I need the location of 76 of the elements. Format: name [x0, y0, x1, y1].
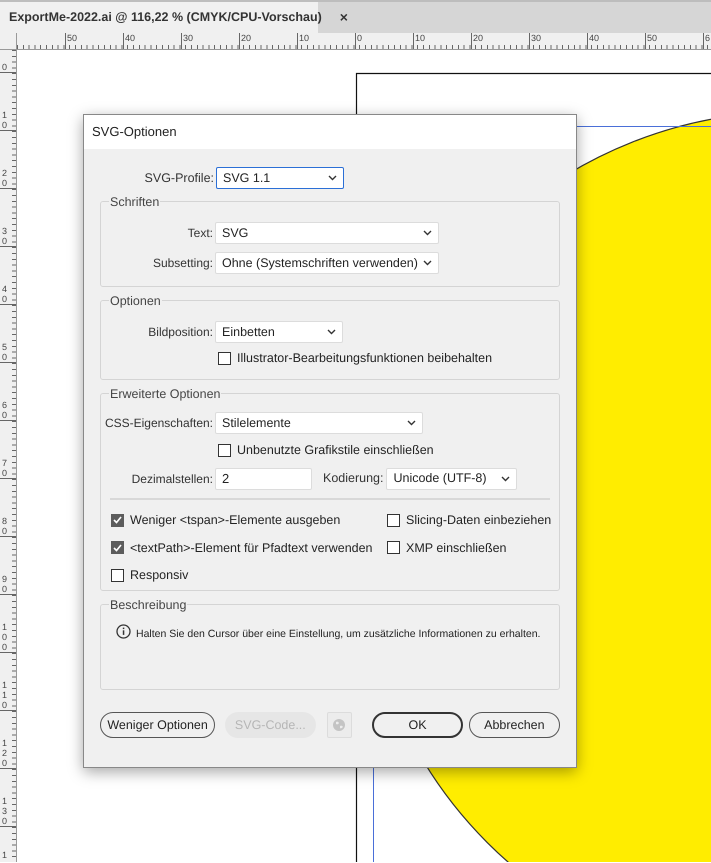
- dropdown-value: SVG: [222, 224, 248, 242]
- dropdown[interactable]: Ohne (Systemschriften verwenden): [215, 252, 439, 274]
- dropdown-value: Einbetten: [222, 324, 275, 341]
- ruler-label: 6: [704, 33, 711, 43]
- checkbox[interactable]: [218, 352, 231, 365]
- ruler-label: 60: [1, 400, 8, 420]
- checkbox-label: XMP einschließen: [406, 540, 507, 556]
- dropdown[interactable]: Stilelemente: [215, 412, 423, 434]
- ruler-label: 50: [646, 33, 658, 43]
- checkbox[interactable]: [218, 444, 231, 457]
- ruler-label: 20: [1, 168, 8, 188]
- ruler-label: 70: [1, 458, 8, 478]
- close-button[interactable]: ×: [340, 7, 348, 28]
- ruler-label: 10: [298, 33, 310, 43]
- field-label: Bildposition:: [147, 324, 214, 341]
- dialog-button[interactable]: OK: [372, 712, 463, 738]
- ruler-label: 40: [1, 284, 8, 304]
- ruler-label: 50: [66, 33, 78, 43]
- profile-dropdown[interactable]: SVG 1.1: [216, 167, 344, 189]
- dropdown-value: SVG 1.1: [223, 170, 270, 187]
- ruler-label: 30: [182, 33, 194, 43]
- ruler-label: 40: [588, 33, 600, 43]
- ruler-label: 10: [1, 110, 8, 130]
- checkbox[interactable]: [387, 541, 400, 554]
- checkbox-label: Slicing-Daten einbeziehen: [406, 512, 552, 529]
- field-label: Kodierung:: [323, 470, 384, 488]
- field-label: SVG-Profile:: [144, 170, 215, 187]
- checkbox[interactable]: [111, 514, 124, 527]
- ruler-label: 120: [1, 738, 8, 768]
- field-label: Dezimalstellen:: [130, 470, 214, 488]
- dialog-button[interactable]: Weniger Optionen: [100, 712, 216, 738]
- chevron-down-icon: [423, 260, 432, 266]
- ruler-label: 10: [414, 33, 426, 43]
- dialog-title: SVG-Optionen: [92, 123, 177, 142]
- checkbox[interactable]: [111, 569, 124, 582]
- chevron-down-icon: [327, 329, 336, 335]
- globe-icon: [332, 718, 346, 732]
- ruler-label: 1: [1, 850, 8, 860]
- ruler-label: 0: [356, 33, 364, 43]
- info-icon: [116, 624, 131, 639]
- field-label: Text:: [186, 225, 214, 242]
- ruler-label: 20: [240, 33, 252, 43]
- ruler-label: 50: [1, 342, 8, 362]
- dropdown[interactable]: Einbetten: [215, 321, 343, 343]
- dropdown-value: Ohne (Systemschriften verwenden): [222, 254, 418, 272]
- chevron-down-icon: [407, 420, 416, 426]
- chevron-down-icon: [501, 476, 510, 482]
- chevron-down-icon: [423, 230, 432, 236]
- checkbox-label: Responsiv: [130, 567, 188, 584]
- checkbox[interactable]: [387, 514, 400, 527]
- checkbox-label: Illustrator-Bearbeitungsfunktionen beibehalten: [237, 350, 492, 367]
- ruler-label: 110: [1, 680, 8, 710]
- field-label: Subsetting:: [152, 255, 214, 272]
- description-text: Halten Sie den Cursor über eine Einstellung, um zusätzliche Informationen zu erhalten.: [136, 627, 540, 642]
- checkbox-label: Unbenutzte Grafikstile einschließen: [237, 442, 434, 459]
- ruler-label: 40: [124, 33, 136, 43]
- document-title: ExportMe-2022.ai @ 116,22 % (CMYK/CPU-Vorschau): [9, 9, 322, 26]
- chevron-down-icon: [328, 175, 337, 181]
- checkbox-label: <textPath>-Element für Pfadtext verwenden: [130, 540, 372, 556]
- ruler-label: 20: [472, 33, 484, 43]
- dialog-button[interactable]: Abbrechen: [468, 712, 560, 738]
- ruler-label: 0: [1, 62, 8, 72]
- checkbox-label: Weniger <tspan>-Elemente ausgeben: [130, 512, 340, 529]
- ruler-label: 80: [1, 516, 8, 536]
- dropdown-value: Stilelemente: [222, 414, 291, 432]
- ruler-label: 90: [1, 574, 8, 594]
- field-label: CSS-Eigenschaften:: [104, 415, 214, 432]
- dropdown[interactable]: SVG: [215, 222, 439, 244]
- dropdown[interactable]: Unicode (UTF-8): [386, 468, 518, 490]
- dropdown-value: Unicode (UTF-8): [393, 470, 487, 488]
- ruler-label: 30: [1, 226, 8, 246]
- ruler-label: 130: [1, 796, 8, 826]
- ruler-label: 30: [530, 33, 542, 43]
- checkbox[interactable]: [111, 541, 124, 554]
- number-field[interactable]: 2: [215, 468, 312, 490]
- ruler-label: 100: [1, 622, 8, 652]
